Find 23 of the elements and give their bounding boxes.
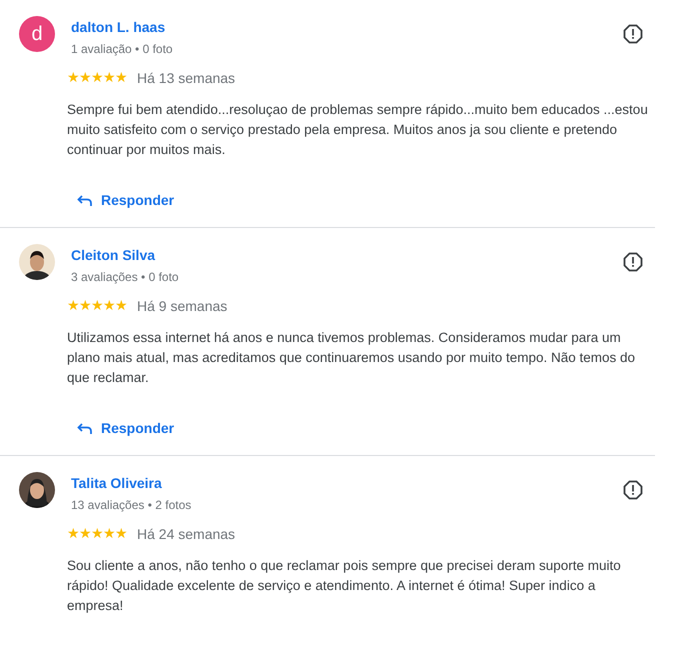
reviewer-stats: 3 avaliações • 0 foto	[71, 269, 180, 286]
reply-icon	[77, 194, 93, 208]
reviewer-name[interactable]: Talita Oliveira	[71, 474, 162, 492]
review-text: Utilizamos essa internet há anos e nunca tivemos problemas. Consideramos mudar para um plano mais atual, mas acreditamos que continuaremos usando por muito tempo. Não temos do que reclamar.	[67, 329, 636, 387]
report-icon[interactable]	[623, 480, 643, 500]
avatar: d	[19, 16, 55, 52]
reviewer-stats: 13 avaliações • 2 fotos	[71, 497, 192, 514]
star-rating: ★★★★★	[67, 524, 127, 543]
review-text: Sempre fui bem atendido...resoluçao de problemas sempre rápido...muito bem educados ...estou muito satisfeito com o serviço prestado pela empresa. Muitos anos ja sou cliente e pretendo continuar por muitos mais.	[67, 101, 649, 159]
reviewer-stats: 1 avaliação • 0 foto	[71, 41, 174, 58]
reply-icon	[77, 422, 93, 436]
reply-button[interactable]: Responder	[67, 184, 184, 217]
reply-button[interactable]: Responder	[67, 412, 184, 445]
reviewer-name[interactable]: Cleiton Silva	[71, 246, 156, 264]
star-rating: ★★★★★	[67, 296, 127, 315]
report-icon[interactable]	[623, 252, 643, 272]
review-date: Há 9 semanas	[137, 296, 228, 316]
review-date: Há 13 semanas	[137, 68, 236, 88]
report-icon[interactable]	[623, 24, 643, 44]
review-date: Há 24 semanas	[137, 524, 236, 544]
review-text: Sou cliente a anos, não tenho o que reclamar pois sempre que precisei deram suporte muito rápido! Qualidade excelente de serviço e atendimento. A internet é ótima! Super indico a empresa!	[67, 557, 622, 615]
star-rating: ★★★★★	[67, 68, 127, 87]
reviewer-name[interactable]: dalton L. haas	[71, 18, 166, 36]
